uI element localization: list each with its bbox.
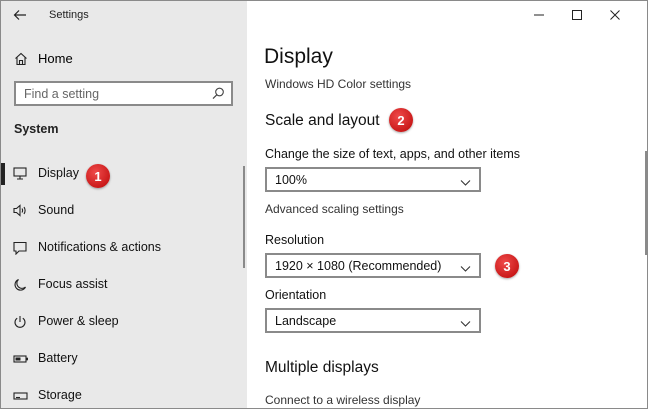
sidebar-item-focus-assist[interactable]: Focus assist [1, 268, 241, 302]
minimize-button[interactable] [529, 6, 549, 24]
maximize-icon [572, 10, 582, 20]
wireless-display-link[interactable]: Connect to a wireless display [265, 393, 420, 407]
resolution-value: 1920 × 1080 (Recommended) [275, 259, 442, 273]
maximize-button[interactable] [567, 6, 587, 24]
search-box[interactable] [14, 81, 233, 106]
main-content: Display Windows HD Color settings Scale … [247, 1, 647, 408]
monitor-icon [13, 167, 27, 185]
multiple-displays-heading: Multiple displays [265, 359, 379, 376]
close-button[interactable] [605, 6, 625, 24]
scale-layout-heading: Scale and layout [265, 112, 380, 129]
search-input[interactable] [16, 83, 206, 104]
sidebar-item-battery[interactable]: Battery [1, 342, 241, 376]
scale-dropdown[interactable]: 100% [265, 167, 481, 192]
resolution-label: Resolution [265, 233, 325, 247]
app-title: Settings [49, 9, 89, 21]
sidebar-item-label: Storage [38, 388, 82, 402]
chevron-down-icon [460, 260, 471, 278]
battery-icon [13, 352, 29, 370]
speaker-icon [13, 204, 28, 222]
sidebar-item-label: Battery [38, 351, 78, 365]
home-icon [14, 52, 28, 71]
sidebar-item-label: Display [38, 166, 79, 180]
close-icon [610, 10, 620, 20]
home-label: Home [38, 51, 73, 66]
notification-icon [13, 241, 27, 260]
advanced-scaling-link[interactable]: Advanced scaling settings [265, 202, 404, 216]
search-icon[interactable] [212, 87, 225, 105]
page-title: Display [264, 45, 333, 68]
sidebar-item-label: Power & sleep [38, 314, 119, 328]
annotation-badge-3: 3 [495, 254, 519, 278]
back-button[interactable] [7, 4, 33, 26]
sidebar-item-label: Sound [38, 203, 75, 217]
resolution-dropdown[interactable]: 1920 × 1080 (Recommended) [265, 253, 481, 278]
sidebar-item-label: Focus assist [38, 277, 108, 291]
sidebar-item-sound[interactable]: Sound [1, 194, 241, 228]
sidebar-item-display[interactable]: Display [1, 157, 241, 191]
sidebar-item-notifications[interactable]: Notifications & actions [1, 231, 241, 265]
chevron-down-icon [460, 315, 471, 333]
orientation-value: Landscape [275, 314, 337, 328]
sidebar-item-storage[interactable]: Storage [1, 379, 241, 408]
sidebar-item-label: Notifications & actions [38, 240, 161, 254]
scale-value: 100% [275, 173, 307, 187]
orientation-dropdown[interactable]: Landscape [265, 308, 481, 333]
window-controls [529, 1, 647, 29]
sidebar-item-power-sleep[interactable]: Power & sleep [1, 305, 241, 339]
home-nav-item[interactable]: Home [1, 45, 247, 73]
moon-icon [13, 278, 27, 297]
power-icon [13, 315, 27, 334]
content-scrollbar[interactable] [645, 151, 647, 255]
annotation-badge-1: 1 [86, 164, 110, 188]
scale-label: Change the size of text, apps, and other… [265, 147, 521, 161]
settings-window: Settings Home System [0, 0, 648, 409]
back-arrow-icon [13, 10, 26, 20]
sidebar: Settings Home System [1, 1, 247, 408]
minimize-icon [534, 14, 544, 16]
section-label-system: System [14, 122, 59, 136]
annotation-badge-2: 2 [389, 108, 413, 132]
storage-icon [13, 389, 28, 407]
chevron-down-icon [460, 174, 471, 192]
orientation-label: Orientation [265, 288, 327, 302]
hd-color-settings-link[interactable]: Windows HD Color settings [265, 77, 411, 91]
sidebar-scrollbar[interactable] [243, 166, 245, 268]
title-bar: Settings [1, 1, 247, 31]
